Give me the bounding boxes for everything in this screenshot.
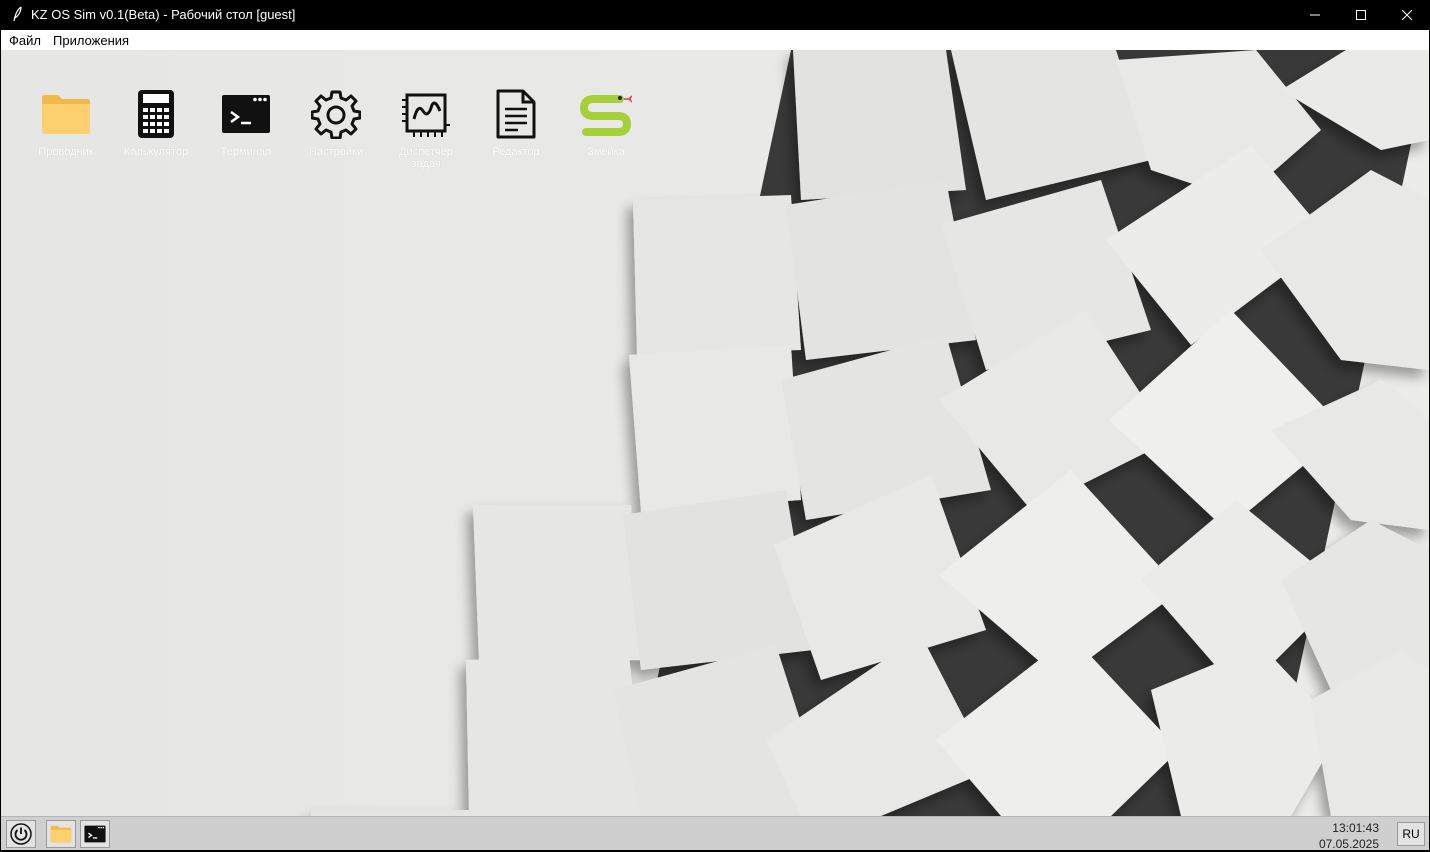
main-window: Файл Приложения Проводник Калькулятор Те…: [1, 30, 1429, 852]
window-title: KZ OS Sim v0.1(Beta) - Рабочий стол [gue…: [31, 7, 296, 22]
minimize-icon: [1310, 14, 1320, 16]
desktop-icon-editor[interactable]: Редактор: [476, 88, 556, 158]
calculator-icon: [138, 90, 174, 138]
desktop-icon-settings[interactable]: Настройки: [296, 88, 376, 158]
desktop-icon-snake[interactable]: Змейка: [566, 88, 646, 158]
desktop-icon-calculator[interactable]: Калькулятор: [116, 88, 196, 158]
desktop-icon-label: Диспетчер задач: [399, 146, 453, 170]
menu-applications[interactable]: Приложения: [53, 33, 129, 48]
folder-icon: [42, 95, 90, 134]
language-indicator[interactable]: RU: [1397, 822, 1425, 846]
folder-icon: [50, 825, 72, 843]
feather-app-icon: [13, 6, 22, 22]
taskbar-explorer-button[interactable]: [46, 820, 76, 848]
snake-icon: [580, 95, 632, 136]
maximize-icon: [1356, 10, 1366, 20]
minimize-button[interactable]: [1292, 0, 1338, 30]
close-icon: [1402, 10, 1412, 20]
power-icon: [10, 823, 32, 845]
wallpaper: [1, 50, 1429, 816]
desktop-icon-explorer[interactable]: Проводник: [26, 88, 106, 158]
desktop-icon-label: Редактор: [492, 146, 540, 158]
document-icon: [496, 89, 536, 139]
clock-date: 07.05.2025: [1318, 837, 1379, 851]
desktop-icon-label: Проводник: [38, 146, 94, 158]
desktop[interactable]: Проводник Калькулятор Терминал Настройки…: [1, 50, 1429, 816]
taskbar: 13:01:43 07.05.2025 RU: [1, 816, 1429, 852]
menu-bar: Файл Приложения: [1, 30, 1429, 50]
clock: 13:01:43 07.05.2025: [1291, 820, 1379, 852]
maximize-button[interactable]: [1338, 0, 1384, 30]
power-button[interactable]: [6, 820, 36, 848]
task-manager-icon: [402, 93, 450, 137]
desktop-icon-label: Терминал: [220, 146, 272, 158]
close-button[interactable]: [1384, 0, 1430, 30]
desktop-icon-task-manager[interactable]: Диспетчер задач: [386, 88, 466, 170]
gear-icon: [311, 90, 361, 139]
desktop-icon-label: Калькулятор: [123, 146, 189, 158]
desktop-icon-terminal[interactable]: Терминал: [206, 88, 286, 158]
desktop-icon-label: Настройки: [309, 146, 363, 158]
terminal-icon: [222, 95, 270, 133]
title-bar[interactable]: KZ OS Sim v0.1(Beta) - Рабочий стол [gue…: [0, 0, 1430, 30]
desktop-icon-label: Змейка: [587, 146, 625, 158]
menu-file[interactable]: Файл: [9, 33, 41, 48]
taskbar-terminal-button[interactable]: [80, 820, 110, 848]
terminal-icon: [84, 825, 106, 843]
clock-time: 13:01:43: [1332, 821, 1379, 835]
